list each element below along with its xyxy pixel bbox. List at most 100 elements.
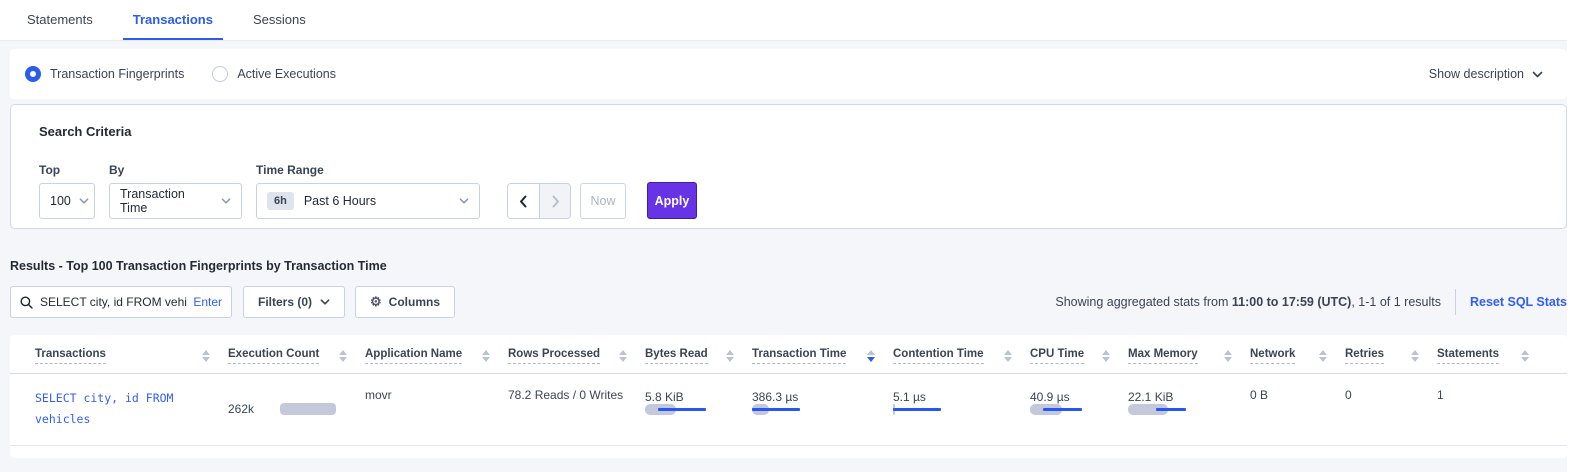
- show-description-label: Show description: [1429, 67, 1524, 81]
- retries-value: 0: [1345, 388, 1352, 402]
- chevron-down-icon: [1532, 69, 1542, 79]
- time-range-label: Time Range: [256, 163, 480, 177]
- time-range-value: Past 6 Hours: [304, 194, 451, 208]
- cell-rows-processed: 78.2 Reads / 0 Writes: [508, 374, 645, 445]
- now-button[interactable]: Now: [580, 183, 626, 219]
- radio-transaction-fingerprints[interactable]: Transaction Fingerprints: [25, 66, 184, 82]
- execution-count-bar: [280, 403, 336, 415]
- column-header-retries[interactable]: Retries: [1345, 339, 1437, 373]
- max-memory-value: 22.1 KiB: [1128, 388, 1232, 404]
- chevron-down-icon: [320, 297, 330, 307]
- cell-max-memory: 22.1 KiB: [1128, 374, 1250, 445]
- sort-icon-active-desc[interactable]: [867, 350, 875, 362]
- show-description-toggle[interactable]: Show description: [1429, 67, 1542, 81]
- search-icon: [20, 296, 33, 309]
- column-header-application-name[interactable]: Application Name: [365, 339, 508, 373]
- time-interval-arrows: [507, 183, 571, 219]
- chevron-down-icon: [459, 196, 469, 206]
- cell-cpu-time: 40.9 µs: [1030, 374, 1128, 445]
- next-interval-button[interactable]: [539, 184, 570, 218]
- sort-icon[interactable]: [482, 350, 490, 362]
- sort-icon[interactable]: [619, 350, 627, 362]
- sort-icon[interactable]: [1004, 350, 1012, 362]
- time-range-select[interactable]: 6h Past 6 Hours: [256, 183, 480, 219]
- top-label: Top: [39, 163, 95, 177]
- table-header-row: Transactions Execution Count Application…: [10, 339, 1567, 374]
- sort-icon[interactable]: [1224, 350, 1232, 362]
- sort-icon[interactable]: [202, 350, 210, 362]
- column-header-rows-processed[interactable]: Rows Processed: [508, 339, 645, 373]
- column-header-statements[interactable]: Statements: [1437, 339, 1547, 373]
- stats-suffix: , 1-1 of 1 results: [1351, 295, 1441, 309]
- results-table-card: Transactions Execution Count Application…: [10, 335, 1567, 458]
- filters-button[interactable]: Filters (0): [243, 286, 345, 318]
- by-select[interactable]: Transaction Time: [109, 183, 242, 219]
- column-header-cpu-time[interactable]: CPU Time: [1030, 339, 1128, 373]
- tab-transactions[interactable]: Transactions: [123, 1, 223, 40]
- fingerprint-search-box[interactable]: Enter: [10, 286, 232, 318]
- column-header-contention-time[interactable]: Contention Time: [893, 339, 1030, 373]
- top-field: Top 100: [39, 163, 95, 219]
- application-name-value: movr: [365, 388, 392, 402]
- network-value: 0 B: [1250, 388, 1268, 402]
- contention-time-value: 5.1 µs: [893, 388, 1012, 404]
- cell-bytes-read: 5.8 KiB: [645, 374, 752, 445]
- chevron-down-icon: [79, 196, 89, 206]
- column-header-network[interactable]: Network: [1250, 339, 1345, 373]
- table-row: SELECT city, id FROM vehicles 262k movr …: [10, 374, 1567, 446]
- search-input[interactable]: [40, 295, 187, 309]
- previous-interval-button[interactable]: [508, 184, 539, 218]
- radio-checked-icon[interactable]: [25, 66, 41, 82]
- tab-statements[interactable]: Statements: [17, 1, 103, 40]
- search-criteria-card: Search Criteria Top 100 By Transaction T…: [10, 104, 1567, 229]
- sort-icon[interactable]: [339, 350, 347, 362]
- top-select[interactable]: 100: [39, 183, 95, 219]
- cell-retries: 0: [1345, 374, 1437, 445]
- tab-sessions[interactable]: Sessions: [243, 1, 316, 40]
- radio-unchecked-icon[interactable]: [212, 66, 228, 82]
- sort-icon[interactable]: [726, 350, 734, 362]
- view-toggle-strip: Transaction Fingerprints Active Executio…: [10, 49, 1567, 99]
- statements-value: 1: [1437, 388, 1444, 402]
- by-label: By: [109, 163, 242, 177]
- radio-label-transaction-fingerprints: Transaction Fingerprints: [50, 67, 184, 81]
- stats-period: 11:00 to 17:59 (UTC): [1232, 295, 1351, 309]
- column-header-bytes-read[interactable]: Bytes Read: [645, 339, 752, 373]
- column-header-execution-count[interactable]: Execution Count: [228, 339, 365, 373]
- chevron-left-icon: [518, 195, 529, 208]
- sort-icon[interactable]: [1521, 350, 1529, 362]
- radio-label-active-executions: Active Executions: [237, 67, 336, 81]
- gear-icon: ⚙: [370, 294, 382, 310]
- time-range-field: Time Range 6h Past 6 Hours: [256, 163, 480, 219]
- scrollbar-gutter[interactable]: [1567, 0, 1577, 472]
- cell-statements: 1: [1437, 374, 1547, 445]
- time-range-badge: 6h: [267, 192, 294, 210]
- top-select-value: 100: [50, 194, 71, 208]
- filters-label: Filters (0): [258, 295, 312, 309]
- bytes-read-value: 5.8 KiB: [645, 388, 734, 404]
- column-header-max-memory[interactable]: Max Memory: [1128, 339, 1250, 373]
- column-header-transactions[interactable]: Transactions: [35, 339, 228, 373]
- stats-prefix: Showing aggregated stats from: [1055, 295, 1232, 309]
- sort-icon[interactable]: [1411, 350, 1419, 362]
- search-enter-button[interactable]: Enter: [193, 295, 222, 309]
- radio-active-executions[interactable]: Active Executions: [212, 66, 336, 82]
- page-tabbar: Statements Transactions Sessions: [0, 0, 1577, 41]
- transaction-time-value: 386.3 µs: [752, 388, 875, 404]
- transaction-fingerprint-link[interactable]: SELECT city, id FROM vehicles: [35, 388, 205, 429]
- chevron-down-icon: [221, 196, 231, 206]
- chevron-right-icon: [550, 195, 561, 208]
- aggregated-stats-text: Showing aggregated stats from 11:00 to 1…: [1055, 295, 1441, 309]
- cell-transaction-time: 386.3 µs: [752, 374, 893, 445]
- cell-transaction: SELECT city, id FROM vehicles: [35, 374, 228, 445]
- column-header-transaction-time[interactable]: Transaction Time: [752, 339, 893, 373]
- apply-button[interactable]: Apply: [647, 182, 697, 219]
- sort-icon[interactable]: [1102, 350, 1110, 362]
- by-select-value: Transaction Time: [120, 187, 213, 215]
- sort-icon[interactable]: [1319, 350, 1327, 362]
- reset-sql-stats-link[interactable]: Reset SQL Stats: [1470, 295, 1567, 309]
- cell-network: 0 B: [1250, 374, 1345, 445]
- columns-label: Columns: [389, 295, 440, 309]
- columns-button[interactable]: ⚙ Columns: [355, 286, 455, 318]
- cpu-time-value: 40.9 µs: [1030, 388, 1110, 404]
